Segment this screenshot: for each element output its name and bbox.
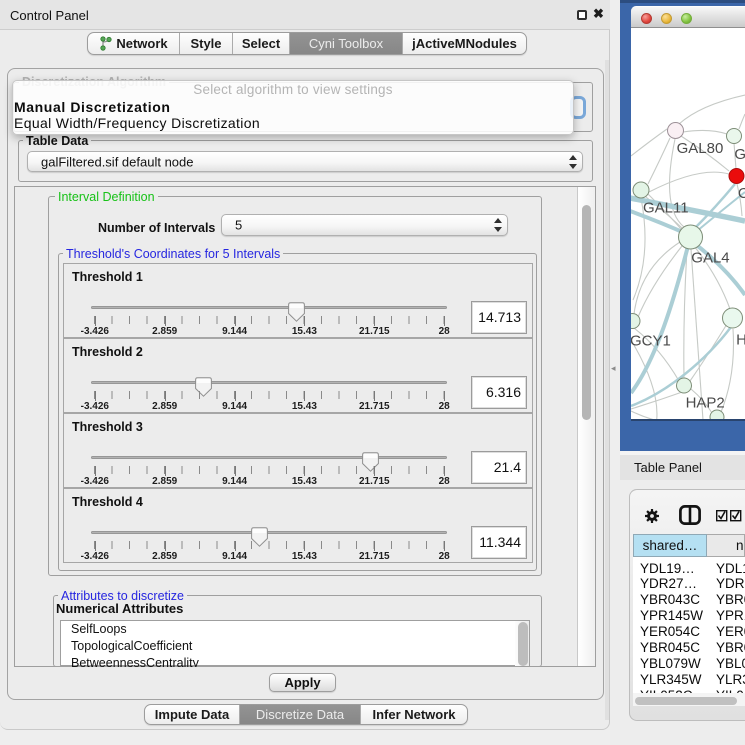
svg-text:GA: GA bbox=[734, 146, 745, 163]
svg-text:GCY1: GCY1 bbox=[631, 332, 671, 349]
svg-text:GAL11: GAL11 bbox=[643, 199, 689, 216]
svg-text:H: H bbox=[736, 332, 745, 349]
svg-text:GAL80: GAL80 bbox=[677, 140, 724, 157]
svg-text:HAP2: HAP2 bbox=[686, 395, 725, 412]
svg-text:GAL4: GAL4 bbox=[691, 250, 729, 267]
svg-text:C: C bbox=[738, 185, 745, 202]
